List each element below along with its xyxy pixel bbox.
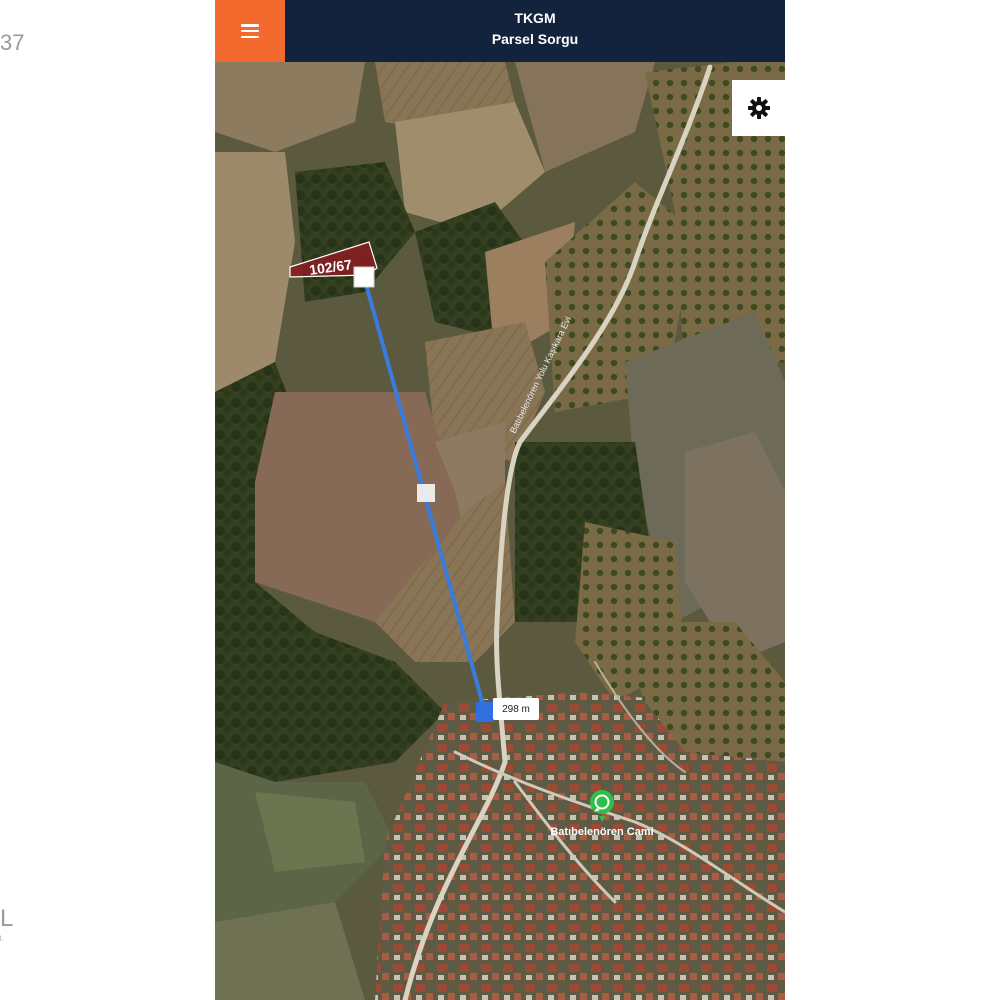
menu-button[interactable] — [215, 0, 285, 62]
distance-label: 298 m — [493, 698, 539, 720]
app-screen: Batıbelenören Yolu Kaşıkara Evi 102/67 B… — [215, 0, 785, 1000]
app-title: TKGM — [514, 10, 556, 26]
page-edge-number: 37 — [0, 30, 25, 55]
app-header: TKGM Parsel Sorgu — [215, 0, 785, 62]
hamburger-icon — [241, 24, 259, 38]
measure-mid-handle[interactable] — [417, 484, 435, 502]
satellite-map[interactable]: Batıbelenören Yolu Kaşıkara Evi 102/67 B… — [215, 62, 785, 1000]
settings-button[interactable] — [732, 80, 785, 136]
header-titles: TKGM Parsel Sorgu — [285, 8, 785, 50]
map-canvas[interactable]: Batıbelenören Yolu Kaşıkara Evi 102/67 B… — [215, 62, 785, 1000]
page-edge-logo-letter: L — [0, 905, 14, 932]
page-edge-logo-small: l. — [0, 936, 4, 943]
terrain-layer — [215, 62, 785, 1000]
place-label: Batıbelenören Cami — [550, 826, 653, 838]
measure-start-handle[interactable] — [353, 266, 375, 288]
gear-icon — [747, 97, 770, 119]
measure-end-handle[interactable] — [476, 702, 494, 722]
app-subtitle: Parsel Sorgu — [491, 31, 579, 47]
